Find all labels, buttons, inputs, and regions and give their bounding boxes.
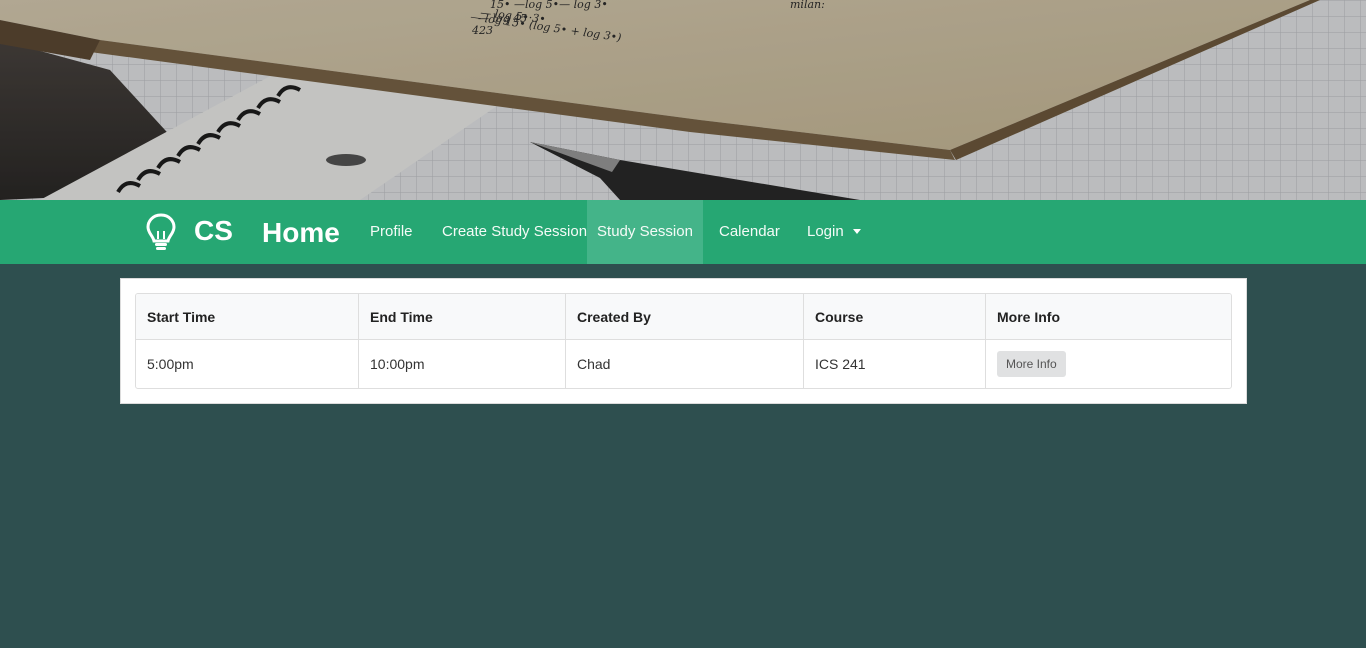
header-start-time: Start Time <box>136 294 359 339</box>
cell-end-time: 10:00pm <box>359 340 566 388</box>
more-info-button[interactable]: More Info <box>997 351 1066 377</box>
nav-login-dropdown[interactable]: Login <box>807 200 861 264</box>
hero-banner: 15• —log 5•— log 3• — log 15• (log 5• + … <box>0 0 1366 200</box>
cell-more-info: More Info <box>986 340 1231 388</box>
cell-created-by: Chad <box>566 340 804 388</box>
header-created-by: Created By <box>566 294 804 339</box>
table-row: 5:00pm 10:00pm Chad ICS 241 More Info <box>136 340 1231 388</box>
study-sessions-card: Start Time End Time Created By Course Mo… <box>120 278 1247 404</box>
study-sessions-table: Start Time End Time Created By Course Mo… <box>135 293 1232 389</box>
cell-course: ICS 241 <box>804 340 986 388</box>
brand-logo-text[interactable]: CS <box>194 212 233 250</box>
nav-calendar[interactable]: Calendar <box>719 200 780 264</box>
navbar: CS Home Profile Create Study Session Stu… <box>0 200 1366 264</box>
nav-login-label: Login <box>807 223 844 240</box>
lightbulb-icon <box>146 213 176 250</box>
nav-create-study-session[interactable]: Create Study Session <box>442 200 587 264</box>
header-end-time: End Time <box>359 294 566 339</box>
nav-study-session[interactable]: Study Session <box>587 200 703 264</box>
header-course: Course <box>804 294 986 339</box>
nav-home[interactable]: Home <box>262 214 340 252</box>
nav-profile[interactable]: Profile <box>370 200 413 264</box>
cell-start-time: 5:00pm <box>136 340 359 388</box>
header-more-info: More Info <box>997 308 1060 325</box>
hero-photo: 15• —log 5•— log 3• — log 15• (log 5• + … <box>0 0 1366 200</box>
table-header-row: Start Time End Time Created By Course Mo… <box>136 294 1231 340</box>
caret-down-icon <box>852 229 861 234</box>
